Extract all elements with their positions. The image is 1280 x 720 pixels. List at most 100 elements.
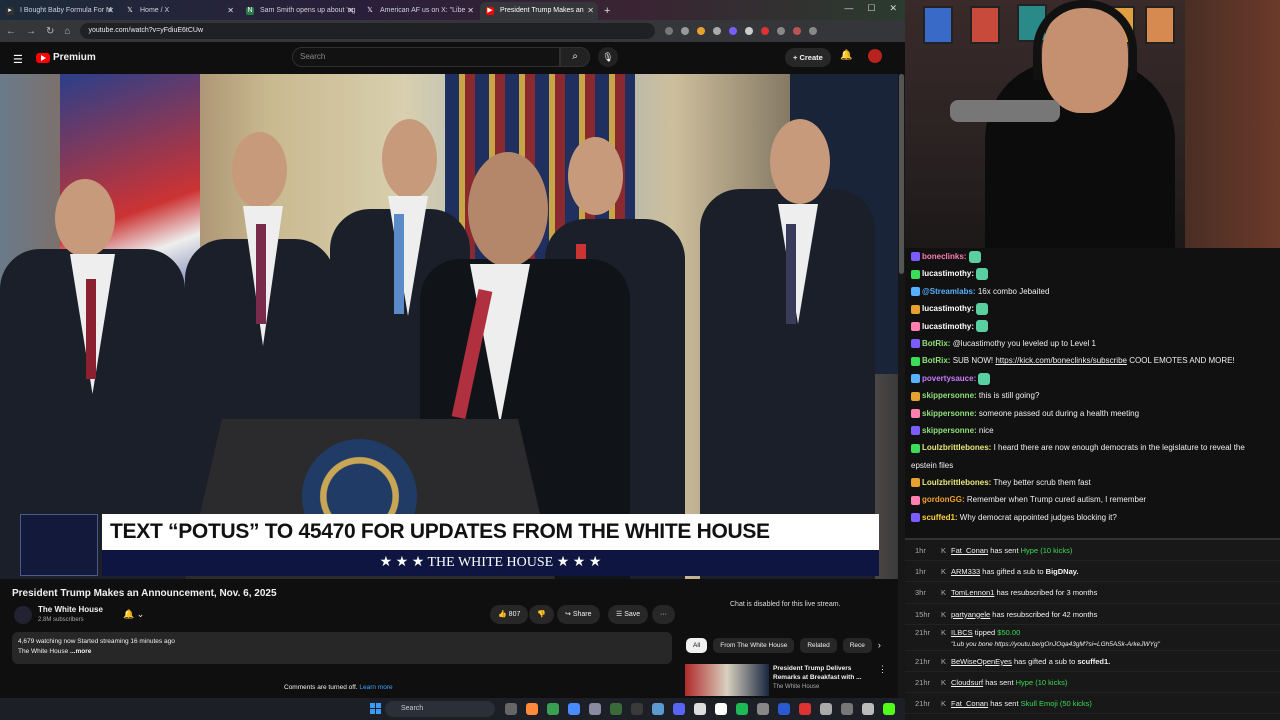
chat-username[interactable]: @Streamlabs: <box>922 287 976 296</box>
app-icon[interactable] <box>526 703 538 715</box>
chat-username[interactable]: gordonGG: <box>922 495 965 504</box>
recommendation-title[interactable]: President Trump Delivers Remarks at Brea… <box>773 664 873 682</box>
channel-avatar[interactable] <box>14 606 32 624</box>
extension-icon[interactable] <box>761 27 770 35</box>
chat-username[interactable]: skippersonne: <box>922 409 977 418</box>
home-icon[interactable]: ⌂ <box>64 26 70 37</box>
extension-icon[interactable] <box>713 27 722 35</box>
chat-username[interactable]: lucastimothy: <box>922 304 974 313</box>
task-view-icon[interactable] <box>505 703 517 715</box>
chat-username[interactable]: lucastimothy: <box>922 269 974 278</box>
alert-username[interactable]: Cloudsurf <box>951 678 983 687</box>
subscription-bell-icon[interactable]: 🔔 ⌄ <box>123 609 144 620</box>
chat-username[interactable]: BotRix: <box>922 339 950 348</box>
save-button[interactable]: ☰ Save <box>608 605 649 624</box>
search-icon[interactable]: ⌕ <box>560 47 590 67</box>
close-icon[interactable]: ✕ <box>467 2 474 20</box>
app-icon[interactable] <box>694 703 706 715</box>
kick-icon[interactable] <box>883 703 895 715</box>
maximize-icon[interactable]: ☐ <box>867 3 875 14</box>
recommendation-thumbnail[interactable] <box>685 664 769 696</box>
alert-username[interactable]: TomLennon1 <box>951 588 994 597</box>
chat-username[interactable]: skippersonne: <box>922 391 977 400</box>
spotify-icon[interactable] <box>736 703 748 715</box>
close-icon[interactable]: ✕ <box>347 2 354 20</box>
forward-icon[interactable]: → <box>26 26 36 37</box>
chip-all[interactable]: All <box>686 638 708 653</box>
taskbar-search[interactable]: Search <box>385 701 495 717</box>
profile-icon[interactable] <box>793 27 802 35</box>
chat-username[interactable]: povertysauce: <box>922 374 976 383</box>
alert-username[interactable]: ARM333 <box>951 567 980 576</box>
chip-from-channel[interactable]: From The White House <box>713 638 795 653</box>
chip-related[interactable]: Related <box>800 638 837 653</box>
alert-username[interactable]: Fat_Conan <box>951 699 988 708</box>
reload-icon[interactable]: ↻ <box>46 26 54 37</box>
alert-username[interactable]: BeWiseOpenEyes <box>951 657 1012 666</box>
menu-dots-icon[interactable] <box>809 27 818 35</box>
page-scrollbar[interactable] <box>898 74 905 720</box>
browser-tab[interactable]: 𝕏 American AF us on X: "Libe ✕ <box>360 2 478 20</box>
browser-tab-active[interactable]: ▶ President Trump Makes an ✕ <box>480 2 598 20</box>
address-bar[interactable]: youtube.com/watch?v=yFdiuE6tCUw <box>80 23 656 39</box>
app-icon[interactable] <box>799 703 811 715</box>
close-window-icon[interactable]: ✕ <box>889 3 897 14</box>
alert-username[interactable]: ILBCS <box>951 628 973 637</box>
bookmark-star-icon[interactable] <box>681 27 690 35</box>
app-icon[interactable] <box>652 703 664 715</box>
share-button[interactable]: ↪ Share <box>557 605 600 624</box>
chevron-right-icon[interactable]: › <box>878 638 881 653</box>
new-tab-button[interactable]: + <box>604 2 610 20</box>
extension-icon[interactable] <box>729 27 738 35</box>
back-icon[interactable]: ← <box>6 26 16 37</box>
windows-start-icon[interactable] <box>370 703 381 714</box>
extension-icon[interactable] <box>745 27 754 35</box>
app-icon[interactable] <box>610 703 622 715</box>
avatar[interactable] <box>868 49 882 63</box>
app-icon[interactable] <box>862 703 874 715</box>
cast-icon[interactable] <box>665 27 674 35</box>
youtube-logo[interactable]: Premium <box>36 52 96 63</box>
scrollbar-thumb[interactable] <box>899 74 904 274</box>
microphone-icon[interactable]: 🎙 <box>598 47 618 67</box>
alert-username[interactable]: partyangele <box>951 610 990 619</box>
chat-username[interactable]: lucastimothy: <box>922 322 974 331</box>
app-icon[interactable] <box>820 703 832 715</box>
puzzle-icon[interactable] <box>777 27 786 35</box>
app-icon[interactable] <box>778 703 790 715</box>
like-button[interactable]: 👍 807 <box>490 605 529 624</box>
create-button[interactable]: + Create <box>785 48 831 67</box>
video-player[interactable]: TEXT “POTUS” TO 45470 FOR UPDATES FROM T… <box>0 74 898 579</box>
app-icon[interactable] <box>841 703 853 715</box>
hamburger-menu-icon[interactable]: ☰ <box>13 53 23 66</box>
browser-tab[interactable]: N Sam Smith opens up about 'ng ✕ <box>240 2 358 20</box>
browser-tab[interactable]: 𝕏 Home / X ✕ <box>120 2 238 20</box>
chat-username[interactable]: boneclinks: <box>922 252 966 261</box>
dislike-button[interactable]: 👎 <box>529 605 554 624</box>
discord-icon[interactable] <box>673 703 685 715</box>
alert-username[interactable]: Fat_Conan <box>951 546 988 555</box>
chat-link[interactable]: https://kick.com/boneclinks/subscribe <box>995 356 1127 365</box>
close-icon[interactable]: ✕ <box>107 2 114 20</box>
learn-more-link[interactable]: Learn more <box>359 684 392 691</box>
app-icon[interactable] <box>715 703 727 715</box>
more-actions-button[interactable]: ··· <box>652 605 675 624</box>
minimize-icon[interactable]: — <box>844 3 853 14</box>
app-icon[interactable] <box>757 703 769 715</box>
chip-recent[interactable]: Rece <box>842 638 872 653</box>
app-icon[interactable] <box>589 703 601 715</box>
channel-name[interactable]: The White House <box>38 605 103 614</box>
search-input[interactable]: Search <box>292 47 560 67</box>
app-icon[interactable] <box>631 703 643 715</box>
browser-tab[interactable]: ▸ I Bought Baby Formula For M ✕ <box>0 2 118 20</box>
extension-icon[interactable] <box>697 27 706 35</box>
chat-username[interactable]: BotRix: <box>922 356 950 365</box>
app-icon[interactable] <box>568 703 580 715</box>
chat-username[interactable]: Loulzbrittlebones: <box>922 478 991 487</box>
chat-username[interactable]: Loulzbrittlebones: <box>922 443 991 452</box>
chat-username[interactable]: skippersonne: <box>922 426 977 435</box>
show-more-link[interactable]: ...more <box>70 648 91 655</box>
chat-username[interactable]: scuffed1: <box>922 513 958 522</box>
more-vertical-icon[interactable]: ⋮ <box>878 664 887 675</box>
notifications-bell-icon[interactable]: 🔔 <box>840 50 852 61</box>
